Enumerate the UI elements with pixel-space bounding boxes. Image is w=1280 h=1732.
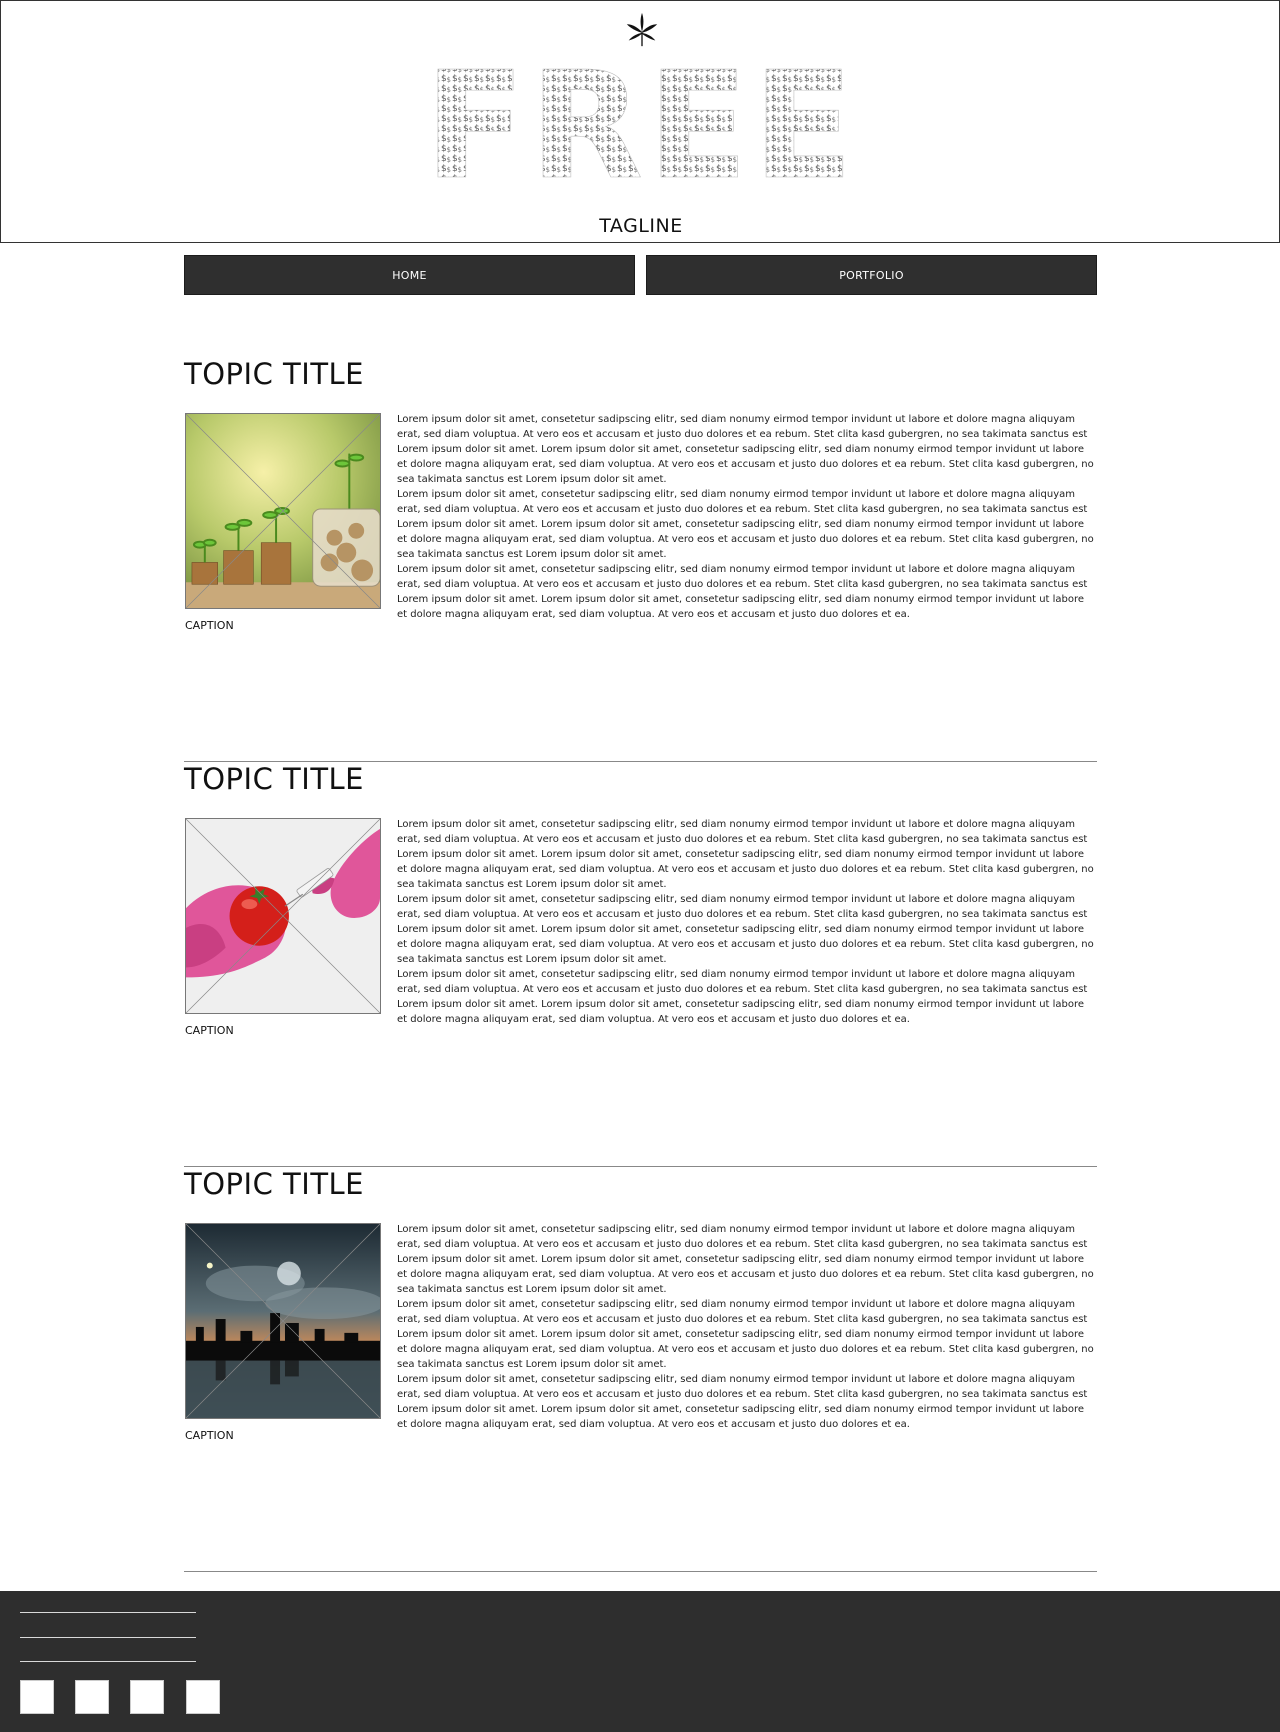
topic-body: Lorem ipsum dolor sit amet, consetetur s… <box>397 1222 1097 1432</box>
topic-body: Lorem ipsum dolor sit amet, consetetur s… <box>397 817 1097 1027</box>
image-caption: CAPTION <box>185 1429 234 1442</box>
svg-text:FREE: FREE <box>424 63 857 183</box>
paragraph: Lorem ipsum dolor sit amet, consetetur s… <box>397 819 1094 890</box>
footer-link-placeholder[interactable] <box>20 1637 196 1638</box>
paragraph: Lorem ipsum dolor sit amet, consetetur s… <box>397 1299 1094 1370</box>
social-icon-1[interactable] <box>20 1680 54 1714</box>
site-footer <box>0 1591 1280 1732</box>
tagline: TAGLINE <box>599 215 683 237</box>
social-icon-2[interactable] <box>75 1680 109 1714</box>
social-icon-3[interactable] <box>130 1680 164 1714</box>
paragraph: Lorem ipsum dolor sit amet, consetetur s… <box>397 1374 1088 1430</box>
footer-link-placeholder[interactable] <box>20 1661 196 1662</box>
topic-title: TOPIC TITLE <box>184 1167 365 1201</box>
nav-portfolio-button[interactable]: PORTFOLIO <box>646 255 1097 295</box>
topic-title: TOPIC TITLE <box>184 357 365 391</box>
topic-section: TOPIC TITLE CAPTION Lorem ipsum dolor si… <box>184 357 1097 762</box>
paragraph: Lorem ipsum dolor sit amet, consetetur s… <box>397 564 1088 620</box>
image-caption: CAPTION <box>185 1024 234 1037</box>
topic-title: TOPIC TITLE <box>184 762 365 796</box>
paragraph: Lorem ipsum dolor sit amet, consetetur s… <box>397 969 1088 1025</box>
footer-link-placeholder[interactable] <box>20 1612 196 1613</box>
paragraph: Lorem ipsum dolor sit amet, consetetur s… <box>397 894 1094 965</box>
topic-section: TOPIC TITLE CAPTION Lorem ipsum dolor si… <box>184 762 1097 1167</box>
paragraph: Lorem ipsum dolor sit amet, consetetur s… <box>397 489 1094 560</box>
image-caption: CAPTION <box>185 619 234 632</box>
topic-body: Lorem ipsum dolor sit amet, consetetur s… <box>397 412 1097 622</box>
social-icon-4[interactable] <box>186 1680 220 1714</box>
section-divider <box>184 1571 1097 1572</box>
cannabis-leaf-icon <box>626 12 658 47</box>
topic-section: TOPIC TITLE CAPTION Lorem ipsum dolor si… <box>184 1167 1097 1572</box>
coins-plants-image <box>185 413 381 609</box>
nav-home-button[interactable]: HOME <box>184 255 635 295</box>
tomato-syringe-image <box>185 818 381 1014</box>
paragraph: Lorem ipsum dolor sit amet, consetetur s… <box>397 1224 1094 1295</box>
paragraph: Lorem ipsum dolor sit amet, consetetur s… <box>397 414 1094 485</box>
free-logo: $ $ FREE <box>424 63 857 183</box>
site-header: $ $ FREE TAGLINE <box>0 0 1280 243</box>
night-city-skyline-image <box>185 1223 381 1419</box>
